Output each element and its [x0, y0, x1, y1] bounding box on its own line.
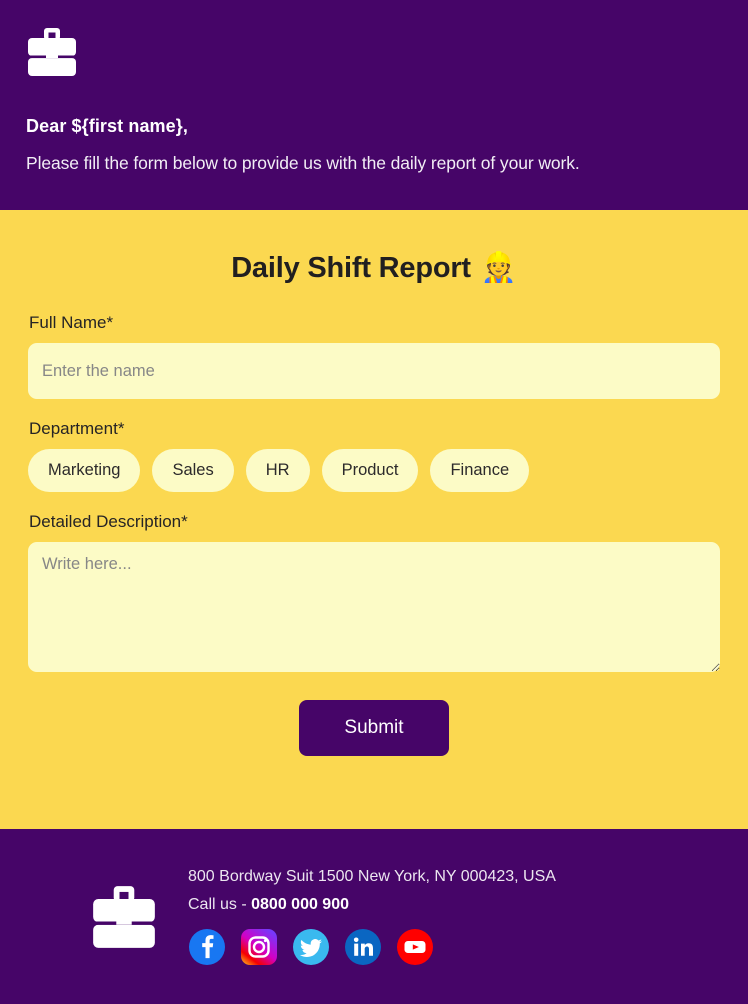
briefcase-icon	[24, 24, 80, 80]
footer-info: 800 Bordway Suit 1500 New York, NY 00042…	[188, 868, 720, 966]
full-name-label: Full Name*	[29, 313, 114, 332]
detailed-description-label: Detailed Description*	[29, 512, 188, 531]
construction-worker-emoji: 👷	[480, 252, 517, 284]
header-subtitle: Please fill the form below to provide us…	[26, 153, 580, 173]
email-form-page: Dear ${first name}, Please fill the form…	[0, 0, 748, 1004]
footer-call-line: Call us - 0800 000 900	[188, 896, 720, 914]
full-name-field-group: Full Name*	[28, 313, 720, 399]
youtube-icon[interactable]	[396, 928, 434, 966]
facebook-icon[interactable]	[188, 928, 226, 966]
department-chip-finance[interactable]: Finance	[430, 449, 530, 492]
linkedin-icon[interactable]	[344, 928, 382, 966]
department-label: Department*	[29, 419, 125, 438]
department-chip-row: Marketing Sales HR Product Finance	[28, 449, 720, 492]
department-chip-product[interactable]: Product	[321, 449, 419, 492]
department-field-group: Department* Marketing Sales HR Product F…	[28, 419, 720, 492]
briefcase-icon	[88, 881, 160, 953]
detailed-description-textarea[interactable]	[28, 542, 720, 672]
submit-row: Submit	[28, 700, 720, 786]
social-links-row	[188, 928, 720, 966]
submit-button[interactable]: Submit	[299, 700, 449, 756]
page-title-text: Daily Shift Report	[231, 252, 471, 284]
footer-address: 800 Bordway Suit 1500 New York, NY 00042…	[188, 867, 556, 885]
department-chip-marketing[interactable]: Marketing	[28, 449, 141, 492]
department-chip-hr[interactable]: HR	[245, 449, 310, 492]
twitter-icon[interactable]	[292, 928, 330, 966]
detailed-description-field-group: Detailed Description*	[28, 512, 720, 672]
full-name-input[interactable]	[28, 343, 720, 399]
department-chip-sales[interactable]: Sales	[152, 449, 234, 492]
instagram-icon[interactable]	[240, 928, 278, 966]
form-body: Daily Shift Report 👷 Full Name* Departme…	[0, 210, 748, 829]
footer-phone[interactable]: 0800 000 900	[251, 896, 349, 913]
header: Dear ${first name}, Please fill the form…	[0, 0, 748, 210]
footer-call-prefix: Call us -	[188, 895, 252, 913]
footer: 800 Bordway Suit 1500 New York, NY 00042…	[0, 829, 748, 1004]
page-title: Daily Shift Report 👷	[28, 252, 720, 285]
greeting-text: Dear ${first name},	[26, 116, 188, 136]
